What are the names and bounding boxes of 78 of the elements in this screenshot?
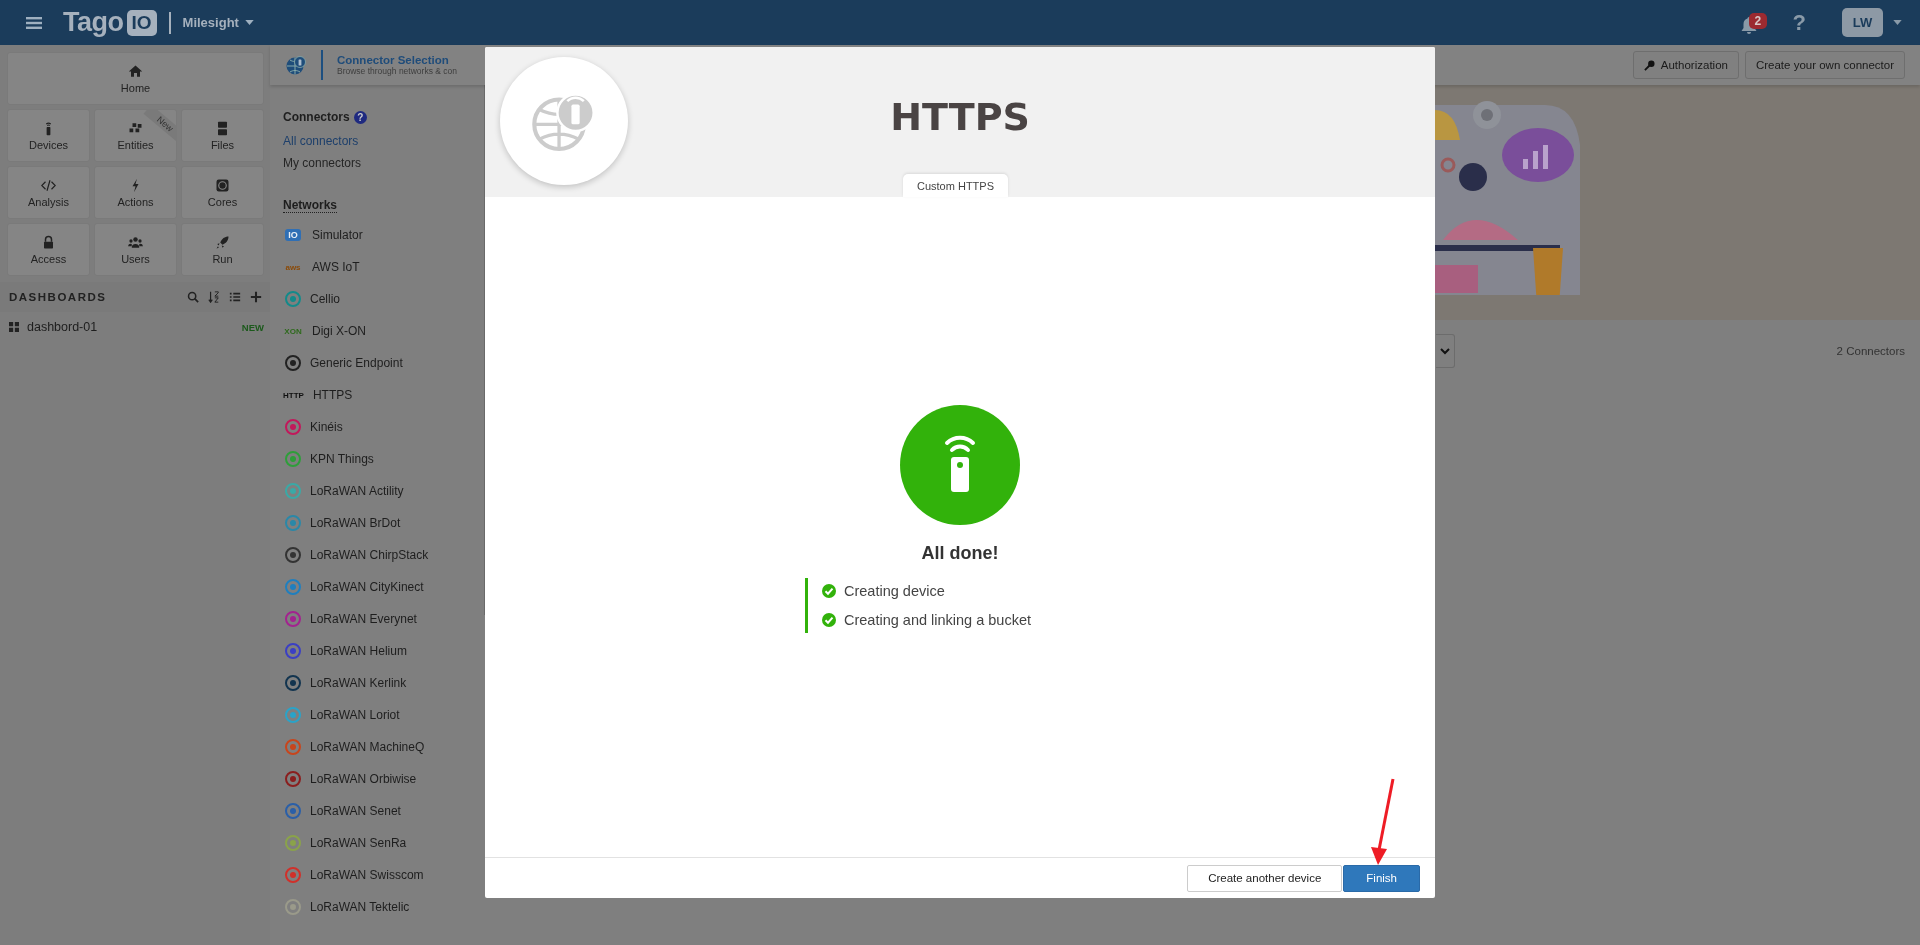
network-item[interactable]: Kinéis: [283, 411, 490, 443]
nav-tile[interactable]: Entities New: [94, 109, 177, 162]
list-icon[interactable]: [229, 291, 241, 303]
nav-tile[interactable]: Home: [7, 52, 264, 105]
network-item[interactable]: LoRaWAN Tektelic: [283, 891, 490, 923]
logo-badge: IO: [126, 9, 157, 36]
dashboard-item[interactable]: dashbord-01 NEW: [9, 318, 264, 336]
logo-text: HTTP: [283, 390, 304, 400]
lock-icon: [41, 234, 56, 250]
step-label: Creating and linking a bucket: [844, 612, 1031, 628]
nav-tile[interactable]: Analysis: [7, 166, 90, 219]
network-item[interactable]: LoRaWAN Swisscom: [283, 859, 490, 891]
section-heading: Networks: [283, 198, 338, 213]
network-item[interactable]: LoRaWAN ChirpStack: [283, 539, 490, 571]
network-item[interactable]: LoRaWAN Helium: [283, 635, 490, 667]
user-avatar-button[interactable]: LW: [1842, 8, 1883, 37]
step-label: Creating device: [844, 583, 945, 599]
dropdown-field[interactable]: [1436, 334, 1455, 368]
toolbar-button[interactable]: Create your own connector: [1744, 51, 1905, 79]
filter-link[interactable]: All connectors: [283, 134, 359, 148]
device-icon: [900, 405, 1020, 525]
network-item[interactable]: LoRaWAN Everynet: [283, 603, 490, 635]
network-item[interactable]: LoRaWAN CityKinect: [283, 571, 490, 603]
logo-text: XON: [283, 326, 303, 336]
status-message: All done!: [921, 543, 999, 564]
network-item[interactable]: LoRaWAN Senet: [283, 795, 490, 827]
new-label: NEW: [241, 321, 264, 333]
help-badge[interactable]: ?: [353, 110, 367, 124]
network-item[interactable]: LoRaWAN BrDot: [283, 507, 490, 539]
network-item[interactable]: LoRaWAN MachineQ: [283, 731, 490, 763]
nav-tile[interactable]: Files: [181, 109, 264, 162]
search-icon[interactable]: [187, 291, 199, 303]
help-button[interactable]: ?: [1792, 9, 1806, 36]
code-icon: [41, 177, 56, 193]
nav-tile[interactable]: Users: [94, 223, 177, 276]
menu-icon[interactable]: [26, 15, 42, 30]
network-item[interactable]: Cellio: [283, 283, 490, 315]
toolbar-button[interactable]: Authorization: [1632, 51, 1739, 79]
users-icon: [128, 234, 143, 250]
globe-device-icon: [285, 54, 307, 76]
results-count: 2 Connectors: [1836, 345, 1905, 357]
logo-text: aws: [284, 262, 302, 272]
sort-icon[interactable]: [208, 291, 220, 303]
key-icon: [1643, 59, 1655, 71]
network-item[interactable]: LoRaWAN SenRa: [283, 827, 490, 859]
network-item[interactable]: Generic Endpoint: [283, 347, 490, 379]
tab[interactable]: Custom HTTPS: [903, 174, 1008, 197]
chip-icon: [215, 177, 230, 193]
nav-tile[interactable]: Actions: [94, 166, 177, 219]
cabinet-icon: [215, 120, 230, 136]
home-icon: [128, 63, 143, 79]
logo-text: IO: [285, 229, 301, 241]
rocket-icon: [215, 234, 230, 250]
section-heading: Connectors: [283, 110, 350, 124]
add-icon[interactable]: [250, 291, 262, 303]
nav-tile[interactable]: Devices: [7, 109, 90, 162]
filter-link[interactable]: My connectors: [283, 156, 362, 170]
section-title: DASHBOARDS: [9, 291, 107, 303]
page-title: Connector Selection: [337, 54, 450, 66]
caret-icon[interactable]: [1893, 20, 1902, 25]
nav-tile[interactable]: Cores: [181, 166, 264, 219]
nav-tile[interactable]: Access: [7, 223, 90, 276]
account-dropdown[interactable]: Milesight: [182, 15, 254, 30]
logo-text: Tago: [63, 7, 124, 38]
notification-badge: 2: [1748, 12, 1768, 29]
network-item[interactable]: KPN Things: [283, 443, 490, 475]
network-item[interactable]: IO Simulator: [283, 219, 490, 251]
dialog-title: HTTPS: [890, 95, 1030, 139]
caret-icon: [244, 20, 254, 25]
chevron-icon: [1440, 347, 1450, 355]
finish-button[interactable]: Finish: [1343, 864, 1420, 892]
network-item[interactable]: LoRaWAN Actility: [283, 475, 490, 507]
network-item[interactable]: LoRaWAN Orbiwise: [283, 763, 490, 795]
secondary-button[interactable]: Create another device: [1187, 864, 1343, 892]
nav-tile[interactable]: Run: [181, 223, 264, 276]
grid-icon: [9, 322, 19, 332]
network-item[interactable]: LoRaWAN Kerlink: [283, 667, 490, 699]
network-item[interactable]: LoRaWAN Loriot: [283, 699, 490, 731]
